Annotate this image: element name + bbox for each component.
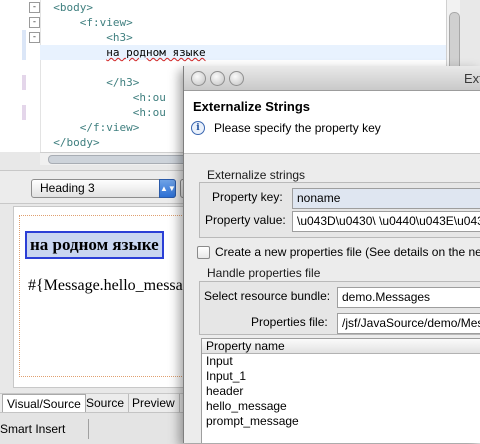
- tab-preview[interactable]: Preview: [128, 394, 180, 412]
- externalize-strings-dialog: Externalize Strings Externalize Strings …: [183, 66, 480, 443]
- resource-bundle-input[interactable]: demo.Messages: [337, 287, 480, 308]
- code-line[interactable]: на родном языке: [40, 45, 460, 60]
- externalize-group-label: Externalize strings: [207, 168, 306, 182]
- minimize-window-button[interactable]: [210, 71, 225, 86]
- code-line[interactable]: <h3>: [40, 30, 460, 45]
- status-divider: [88, 419, 89, 439]
- dialog-header: Externalize Strings i Please specify the…: [184, 91, 480, 154]
- visual-toolbar: Heading 3 ▲▼: [0, 170, 202, 204]
- resource-bundle-label: Select resource bundle:: [204, 289, 331, 303]
- dialog-heading: Externalize Strings: [193, 99, 311, 114]
- editor-tabs: Visual/Source Source Preview: [0, 393, 200, 413]
- info-icon: i: [191, 121, 205, 135]
- table-row[interactable]: Input_1: [206, 369, 246, 384]
- insert-mode-status: Smart Insert: [0, 422, 66, 436]
- code-line[interactable]: <f:view>: [40, 15, 460, 30]
- property-key-input[interactable]: noname: [292, 188, 480, 209]
- table-row[interactable]: header: [206, 384, 243, 399]
- code-line[interactable]: <body>: [40, 0, 460, 15]
- dialog-message: Please specify the property key: [214, 121, 381, 135]
- fold-toggle-icon[interactable]: -: [29, 2, 40, 13]
- table-row[interactable]: prompt_message: [206, 414, 299, 429]
- code-tag: </h3>: [106, 76, 140, 89]
- code-tag: <h3>: [106, 31, 133, 44]
- table-column-header[interactable]: Property name: [202, 339, 480, 354]
- properties-file-input[interactable]: /jsf/JavaSource/demo/Messages.properties: [337, 313, 480, 334]
- scrollbar-thumb[interactable]: [449, 12, 460, 74]
- gutter-marker: [22, 75, 26, 90]
- properties-file-label: Properties file:: [251, 315, 328, 329]
- paragraph-format-select[interactable]: Heading 3 ▲▼: [31, 179, 176, 198]
- visual-preview-pane[interactable]: на родном языке #{Message.hello_message}: [13, 206, 206, 388]
- code-tag: <f:view>: [79, 16, 133, 29]
- code-tag: </body>: [53, 136, 100, 149]
- code-tag: <h:ou: [132, 91, 166, 104]
- code-tag: <h:ou: [132, 106, 166, 119]
- chevron-updown-icon: ▲▼: [159, 179, 176, 198]
- handle-properties-group-label: Handle properties file: [207, 266, 321, 280]
- tab-source[interactable]: Source: [82, 394, 130, 412]
- gutter-marker: [22, 30, 26, 45]
- fold-toggle-icon[interactable]: -: [29, 17, 40, 28]
- preview-heading[interactable]: на родном языке: [25, 231, 164, 259]
- code-tag: <body>: [53, 1, 93, 14]
- preview-expression[interactable]: #{Message.hello_message}: [28, 277, 206, 295]
- table-row[interactable]: hello_message: [206, 399, 287, 414]
- fold-toggle-icon[interactable]: -: [29, 32, 40, 43]
- zoom-window-button[interactable]: [229, 71, 244, 86]
- handle-properties-group: Select resource bundle: demo.Messages Pr…: [199, 281, 480, 335]
- code-text: на родном языке: [106, 46, 206, 59]
- create-properties-file-label[interactable]: Create a new properties file (See detail…: [215, 245, 480, 259]
- dialog-title-bar[interactable]: Externalize Strings: [184, 66, 480, 91]
- paragraph-format-value: Heading 3: [40, 181, 95, 195]
- editor-gutter: - - -: [0, 0, 41, 152]
- dialog-window-title: Externalize Strings: [464, 71, 480, 86]
- gutter-marker: [22, 105, 26, 120]
- code-tag: </f:view>: [79, 121, 140, 134]
- property-key-label: Property key:: [212, 190, 283, 204]
- property-name-table[interactable]: Property name Input Input_1 header hello…: [201, 338, 480, 443]
- create-properties-file-checkbox[interactable]: [197, 246, 210, 259]
- table-row[interactable]: Input: [206, 354, 233, 369]
- property-value-label: Property value:: [205, 213, 286, 227]
- status-bar: Smart Insert: [0, 412, 200, 444]
- gutter-marker: [22, 45, 26, 60]
- close-window-button[interactable]: [191, 71, 206, 86]
- externalize-group: Property key: noname Property value: \u0…: [199, 182, 480, 238]
- property-value-input[interactable]: \u043D\u0430\ \u0440\u043E\u0434\u043D\u…: [292, 211, 480, 232]
- tab-visual-source[interactable]: Visual/Source: [2, 394, 86, 413]
